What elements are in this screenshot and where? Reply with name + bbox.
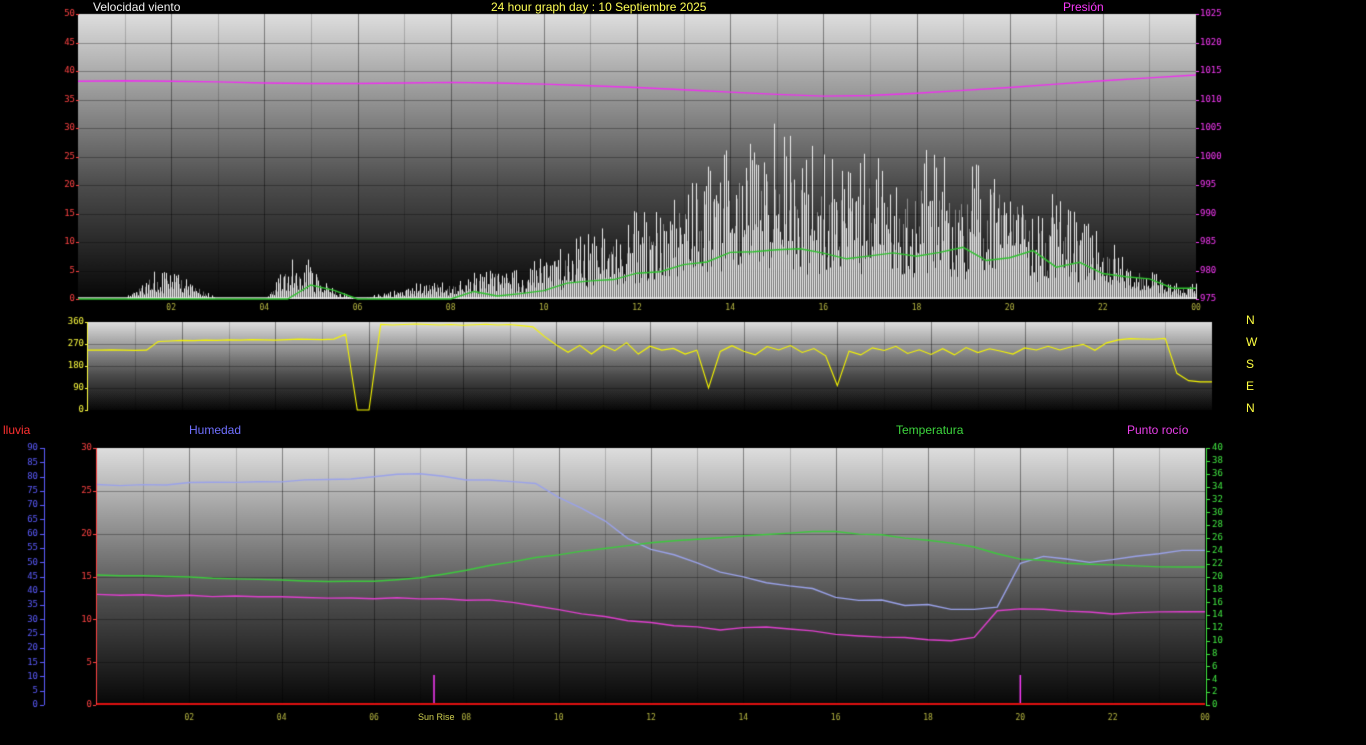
compass-label-south: S	[1246, 357, 1254, 371]
dew-point-label: Punto rocío	[1127, 423, 1188, 437]
compass-label-east: E	[1246, 379, 1254, 393]
pressure-label: Presión	[1063, 0, 1104, 14]
compass-label-north-bottom: N	[1246, 401, 1255, 415]
compass-label-north-top: N	[1246, 313, 1255, 327]
temperature-label: Temperatura	[896, 423, 963, 437]
sunrise-label: Sun Rise	[418, 712, 455, 722]
graph-title: 24 hour graph day : 10 Septiembre 2025	[491, 0, 706, 14]
compass-label-west: W	[1246, 335, 1257, 349]
humidity-label: Humedad	[189, 423, 241, 437]
wind-speed-label: Velocidad viento	[93, 0, 180, 14]
weather-24h-graph: Velocidad viento 24 hour graph day : 10 …	[0, 0, 1366, 745]
weather-graph-canvas	[0, 0, 1366, 745]
rain-label: lluvia	[3, 423, 30, 437]
